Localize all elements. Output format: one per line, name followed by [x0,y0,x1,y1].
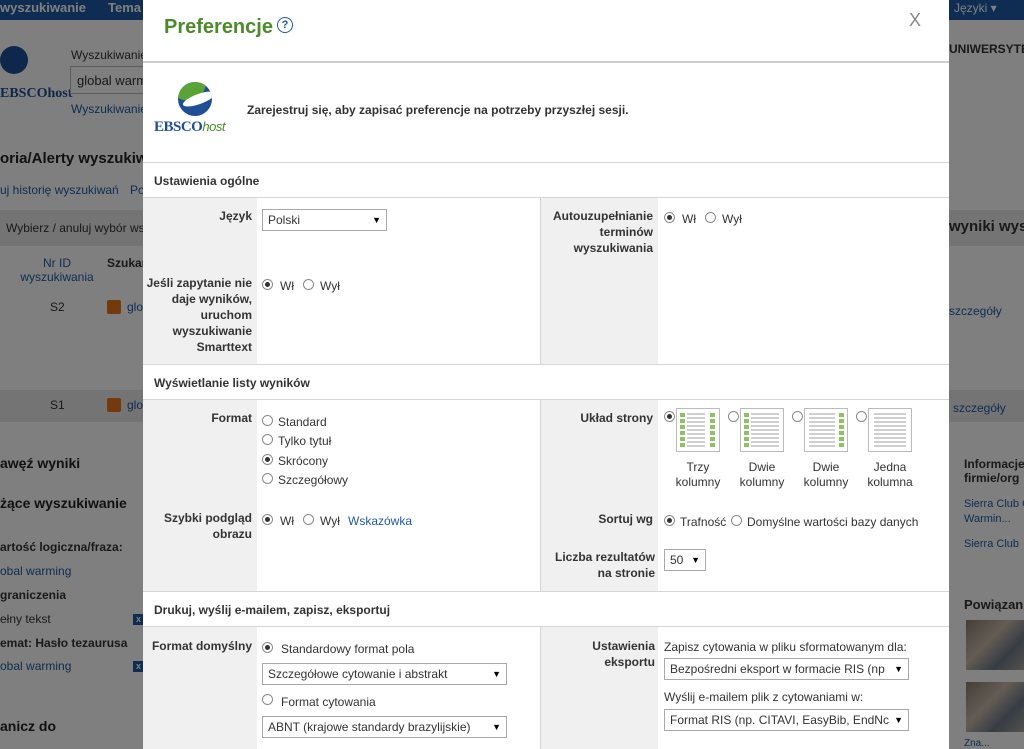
preview-off-radio[interactable] [303,514,314,525]
email-citations-select[interactable]: Format RIS (np. CITAVI, EasyBib, EndNc ▼ [664,709,909,731]
smarttext-label: Jeśli zapytanie nie daje wyników, urucho… [146,276,252,354]
logo-main-text: EBSCO [154,119,203,135]
autocomplete-label: Autouzupełnianie terminów wyszukiwania [553,209,653,255]
results-per-page-value: 50 [670,553,684,567]
logo-sub-text: host [202,119,225,134]
layout-label-line: Dwie [748,460,776,474]
layout-label-line: Jedna [873,460,907,474]
format-title-only-radio[interactable] [262,434,273,445]
layout-label-line: kolumna [867,475,913,489]
chevron-down-icon: ▼ [891,710,903,730]
section-results: Format Standard Tylko tytuł Skrócony Szc… [143,400,949,591]
hint-link[interactable]: Wskazówka [348,513,412,529]
section-print-heading: Drukuj, wyślij e-mailem, zapisz, eksport… [143,591,949,627]
page-layout-label: Układ strony [580,411,653,425]
format-standard-label: Standard [278,415,327,429]
format-detailed-label: Szczegółowy [278,473,349,487]
format-brief-label: Skrócony [278,454,329,468]
two-columns-layout-icon[interactable] [740,408,784,452]
section-general-heading: Ustawienia ogólne [143,162,949,198]
one-column-layout-icon[interactable] [868,408,912,452]
layout-two-columns-left-radio[interactable] [728,411,739,422]
results-left-label-column [143,400,257,591]
smarttext-off-radio[interactable] [303,279,314,290]
section-general: Język Polski ▼ Jeśli zapytanie nie daje w… [143,198,949,364]
save-citations-select[interactable]: Bezpośredni eksport w formacie RIS (np ▼ [664,658,909,680]
language-select-value: Polski [268,213,301,227]
ebsco-logo-icon [178,82,212,116]
citation-format-label: Format cytowania [281,695,376,709]
preview-on-label: Wł [280,514,294,528]
chevron-down-icon: ▼ [688,550,700,570]
format-standard-radio[interactable] [262,415,273,426]
standard-field-format-radio[interactable] [262,642,273,653]
register-message: Zarejestruj się, aby zapisać preferencje… [247,103,629,117]
preview-off-label: Wył [320,514,340,528]
preferences-dialog: Preferencje ? X EBSCOhost Zarejestruj si… [143,0,949,749]
section-general-title: Ustawienia ogólne [154,174,260,188]
smarttext-on-radio[interactable] [262,279,273,290]
results-per-page-label: Liczba rezultatów na stronie [554,550,655,580]
chevron-down-icon: ▼ [489,717,501,737]
layout-three-columns-radio[interactable] [664,411,675,422]
help-icon[interactable]: ? [277,17,293,33]
format-detailed-radio[interactable] [262,473,273,484]
layout-two-columns-left-label: Dwie kolumny [732,460,792,490]
save-citations-value: Bezpośredni eksport w formacie RIS (np [670,662,885,676]
section-print-title: Drukuj, wyślij e-mailem, zapisz, eksport… [154,603,391,617]
dialog-title: Preferencje [164,16,273,38]
layout-three-columns-label: Trzy kolumny [668,460,728,490]
layout-one-column-radio[interactable] [856,411,867,422]
layout-two-columns-right-radio[interactable] [792,411,803,422]
autocomplete-on-label: Wł [682,212,696,226]
sort-default-label: Domyślne wartości bazy danych [747,515,919,529]
format-brief-radio[interactable] [262,454,273,465]
layout-label-line: Dwie [812,460,840,474]
sort-default-radio[interactable] [731,515,742,526]
autocomplete-on-radio[interactable] [664,212,675,223]
language-label: Język [219,209,252,223]
section-results-heading: Wyświetlanie listy wyników [143,364,949,400]
title-divider [143,61,949,63]
smarttext-on-label: Wł [280,279,294,293]
layout-label-line: kolumny [739,475,785,489]
format-title-only-label: Tylko tytuł [278,434,332,448]
section-results-title: Wyświetlanie listy wyników [154,376,310,390]
autocomplete-off-label: Wył [722,212,742,226]
export-settings-label: Ustawienia eksportu [592,639,655,669]
layout-label-line: kolumny [675,475,721,489]
citation-format-select[interactable]: ABNT (krajowe standardy brazylijskie) ▼ [262,716,507,738]
autocomplete-off-radio[interactable] [705,212,716,223]
smarttext-off-label: Wył [320,279,340,293]
citation-format-value: ABNT (krajowe standardy brazylijskie) [268,720,471,734]
email-citations-label: Wyślij e-mailem plik z cytowaniami w: [664,690,864,704]
preview-on-radio[interactable] [262,514,273,525]
layout-two-columns-right-label: Dwie kolumny [796,460,856,490]
three-columns-layout-icon[interactable] [676,408,720,452]
citation-format-radio[interactable] [262,694,273,705]
chevron-down-icon: ▼ [369,210,381,230]
layout-one-column-label: Jedna kolumna [860,460,920,490]
results-per-page-select[interactable]: 50 ▼ [664,549,706,571]
standard-field-format-label: Standardowy format pola [281,642,415,656]
default-format-label: Format domyślny [151,639,252,653]
chevron-down-icon: ▼ [891,659,903,679]
two-columns-layout-icon[interactable] [804,408,848,452]
format-label: Format [211,411,252,425]
section-print: Format domyślny Standardowy format pola … [143,627,949,749]
close-button[interactable]: X [909,10,921,31]
layout-label-line: Trzy [686,460,710,474]
ebsco-logo: EBSCOhost [154,119,225,136]
sort-relevance-radio[interactable] [664,515,675,526]
sort-label: Sortuj wg [598,512,653,526]
email-citations-value: Format RIS (np. CITAVI, EasyBib, EndNc [670,713,889,727]
standard-format-select[interactable]: Szczegółowe cytowanie i abstrakt ▼ [262,663,507,685]
save-citations-label: Zapisz cytowania w pliku sformatowanym d… [664,640,907,654]
chevron-down-icon: ▼ [489,664,501,684]
image-preview-label: Szybki podgląd obrazu [163,511,252,541]
language-select[interactable]: Polski ▼ [262,209,387,231]
layout-label-line: kolumny [803,475,849,489]
sort-relevance-label: Trafność [680,515,727,529]
standard-format-value: Szczegółowe cytowanie i abstrakt [268,667,448,681]
